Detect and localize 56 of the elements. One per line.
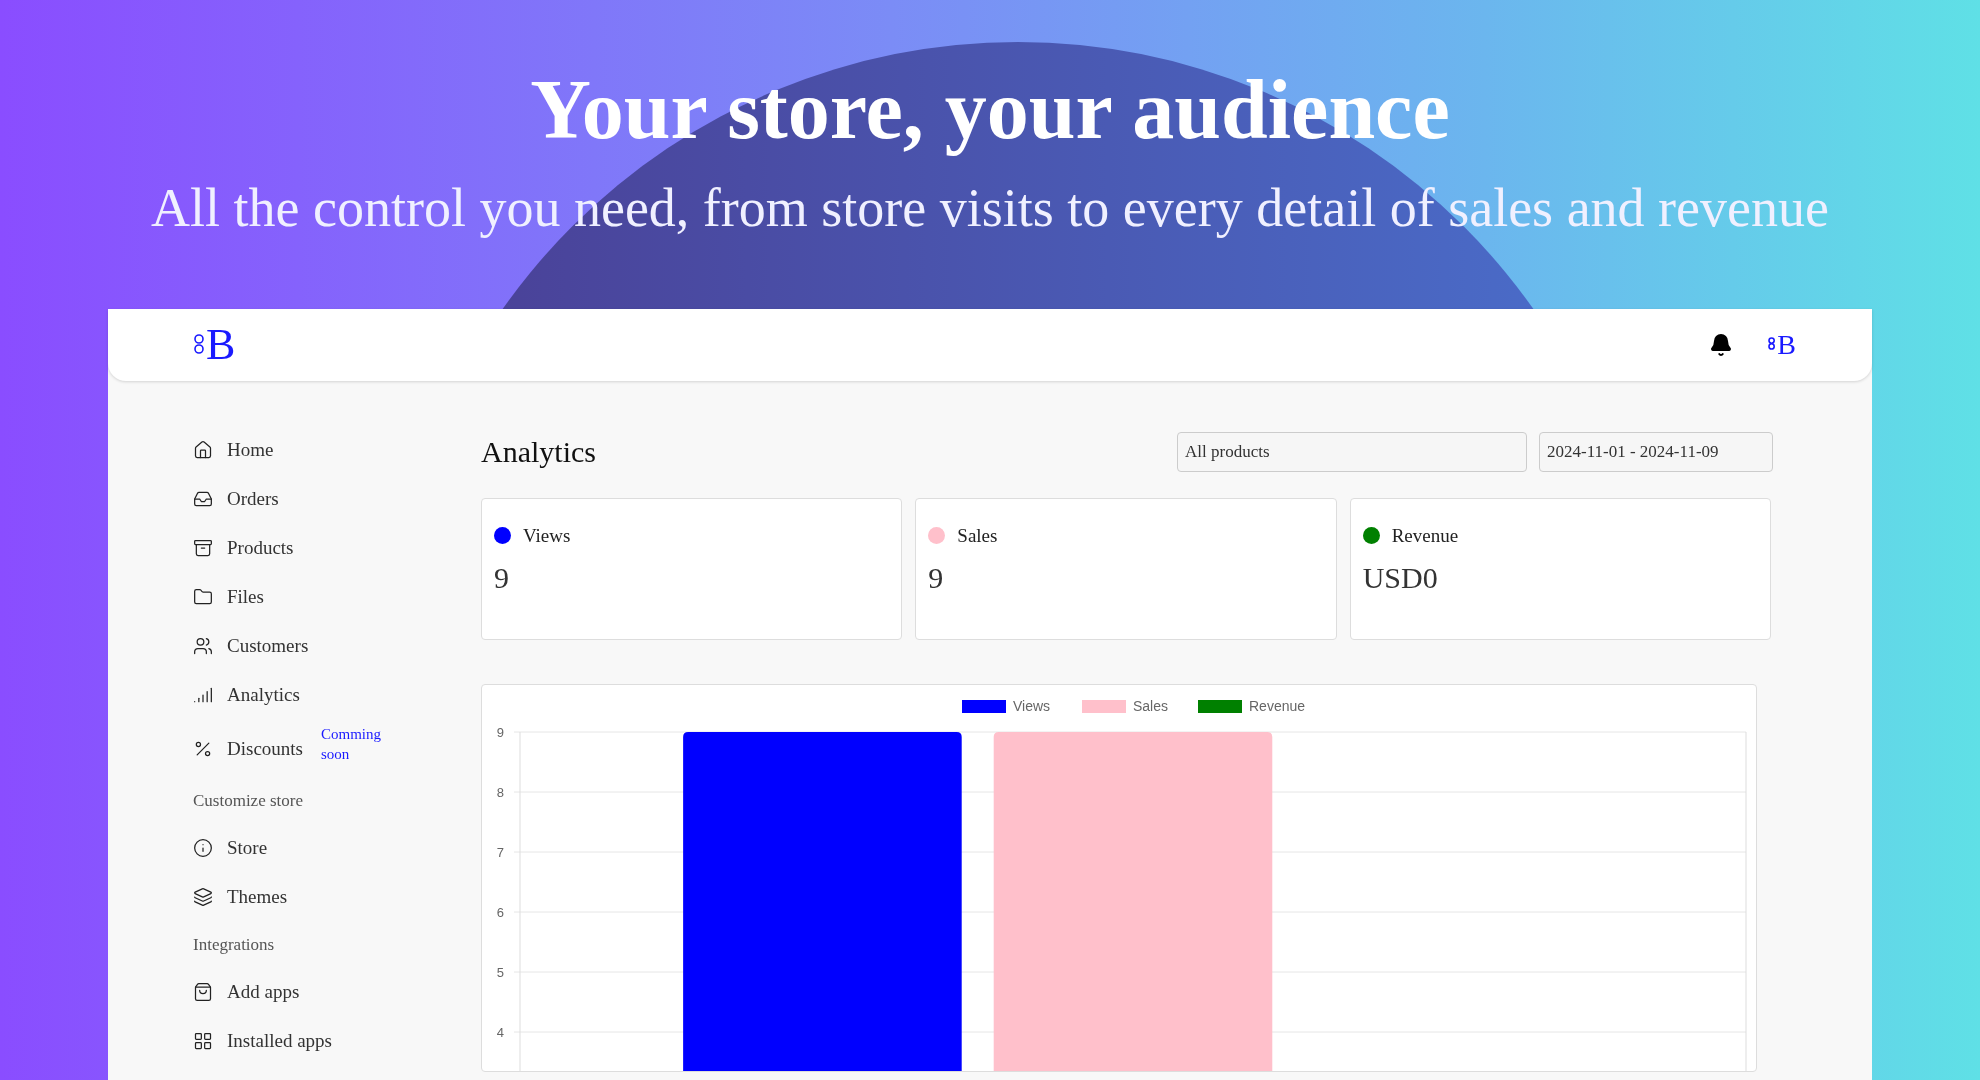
nav-label: Products xyxy=(227,537,294,560)
nav-icon xyxy=(193,1031,213,1052)
sidebar-item[interactable]: Customers xyxy=(193,622,481,671)
axis-tick-label: 4 xyxy=(496,1025,504,1040)
axis-tick-label: 6 xyxy=(496,905,504,920)
date-range-field[interactable]: 2024-11-01 - 2024-11-09 xyxy=(1539,432,1773,472)
hero-title: Your store, your audience xyxy=(530,62,1450,158)
axis-tick-label: 5 xyxy=(496,965,504,980)
sidebar-section-heading: Customize store xyxy=(193,790,304,812)
avatar-logo[interactable]: B xyxy=(1767,331,1796,359)
nav-icon xyxy=(193,887,213,908)
nav-label: Home xyxy=(227,439,274,462)
nav-icon xyxy=(193,636,213,657)
product-select[interactable]: All products xyxy=(1177,432,1527,472)
page-title: Analytics xyxy=(481,435,597,469)
legend-label: Sales xyxy=(1133,698,1169,714)
sidebar-item[interactable]: Discounts Comming soon xyxy=(193,720,481,778)
nav-label: Add apps xyxy=(227,981,300,1004)
nav-label: Installed apps xyxy=(227,1030,332,1053)
sidebar-item[interactable]: Themes xyxy=(193,873,481,922)
axis-tick-label: 8 xyxy=(496,785,504,800)
nav-label: Customers xyxy=(227,635,309,658)
sidebar-item[interactable]: Installed apps xyxy=(193,1017,481,1066)
nav-icon xyxy=(193,739,213,759)
sidebar-item[interactable]: Files xyxy=(193,573,481,622)
nav-icon xyxy=(193,538,213,559)
bell-icon[interactable] xyxy=(1709,333,1734,357)
sidebar-item[interactable]: Home xyxy=(193,426,481,475)
sidebar-item[interactable]: Products xyxy=(193,524,481,573)
sidebar-item[interactable]: Orders xyxy=(193,475,481,524)
sidebar-item[interactable]: Add apps xyxy=(193,968,481,1017)
nav-icon xyxy=(193,838,213,859)
legend-label: Revenue xyxy=(1249,698,1306,714)
coming-soon-label: Comming soon xyxy=(321,725,382,764)
axis-tick-label: 9 xyxy=(496,725,504,740)
nav-label: Files xyxy=(227,586,264,609)
nav-label: Store xyxy=(227,837,268,860)
stat-value: USD0 xyxy=(1362,561,1439,595)
sidebar-item[interactable]: Analytics xyxy=(193,671,481,720)
logo[interactable]: B xyxy=(193,323,236,367)
nav-icon xyxy=(193,982,213,1003)
stat-label: Revenue xyxy=(1391,525,1459,547)
stat-value: 9 xyxy=(494,561,510,595)
axis-tick-label: 7 xyxy=(496,845,504,860)
stat-label: Views xyxy=(523,525,571,547)
nav-icon xyxy=(193,440,213,461)
stat-label: Sales xyxy=(957,525,998,547)
sidebar-section-heading: Integrations xyxy=(193,934,276,956)
nav-label: Analytics xyxy=(227,684,300,707)
nav-label: Themes xyxy=(227,886,288,909)
nav-label: Discounts xyxy=(227,738,303,760)
stat-value: 9 xyxy=(928,561,945,595)
legend-label: Views xyxy=(1013,698,1051,714)
nav-label: Orders xyxy=(227,488,279,511)
sidebar-item[interactable]: Store xyxy=(193,824,481,873)
hero-subtitle: All the control you need, from store visits to every detail of sales and revenue xyxy=(151,176,1829,240)
